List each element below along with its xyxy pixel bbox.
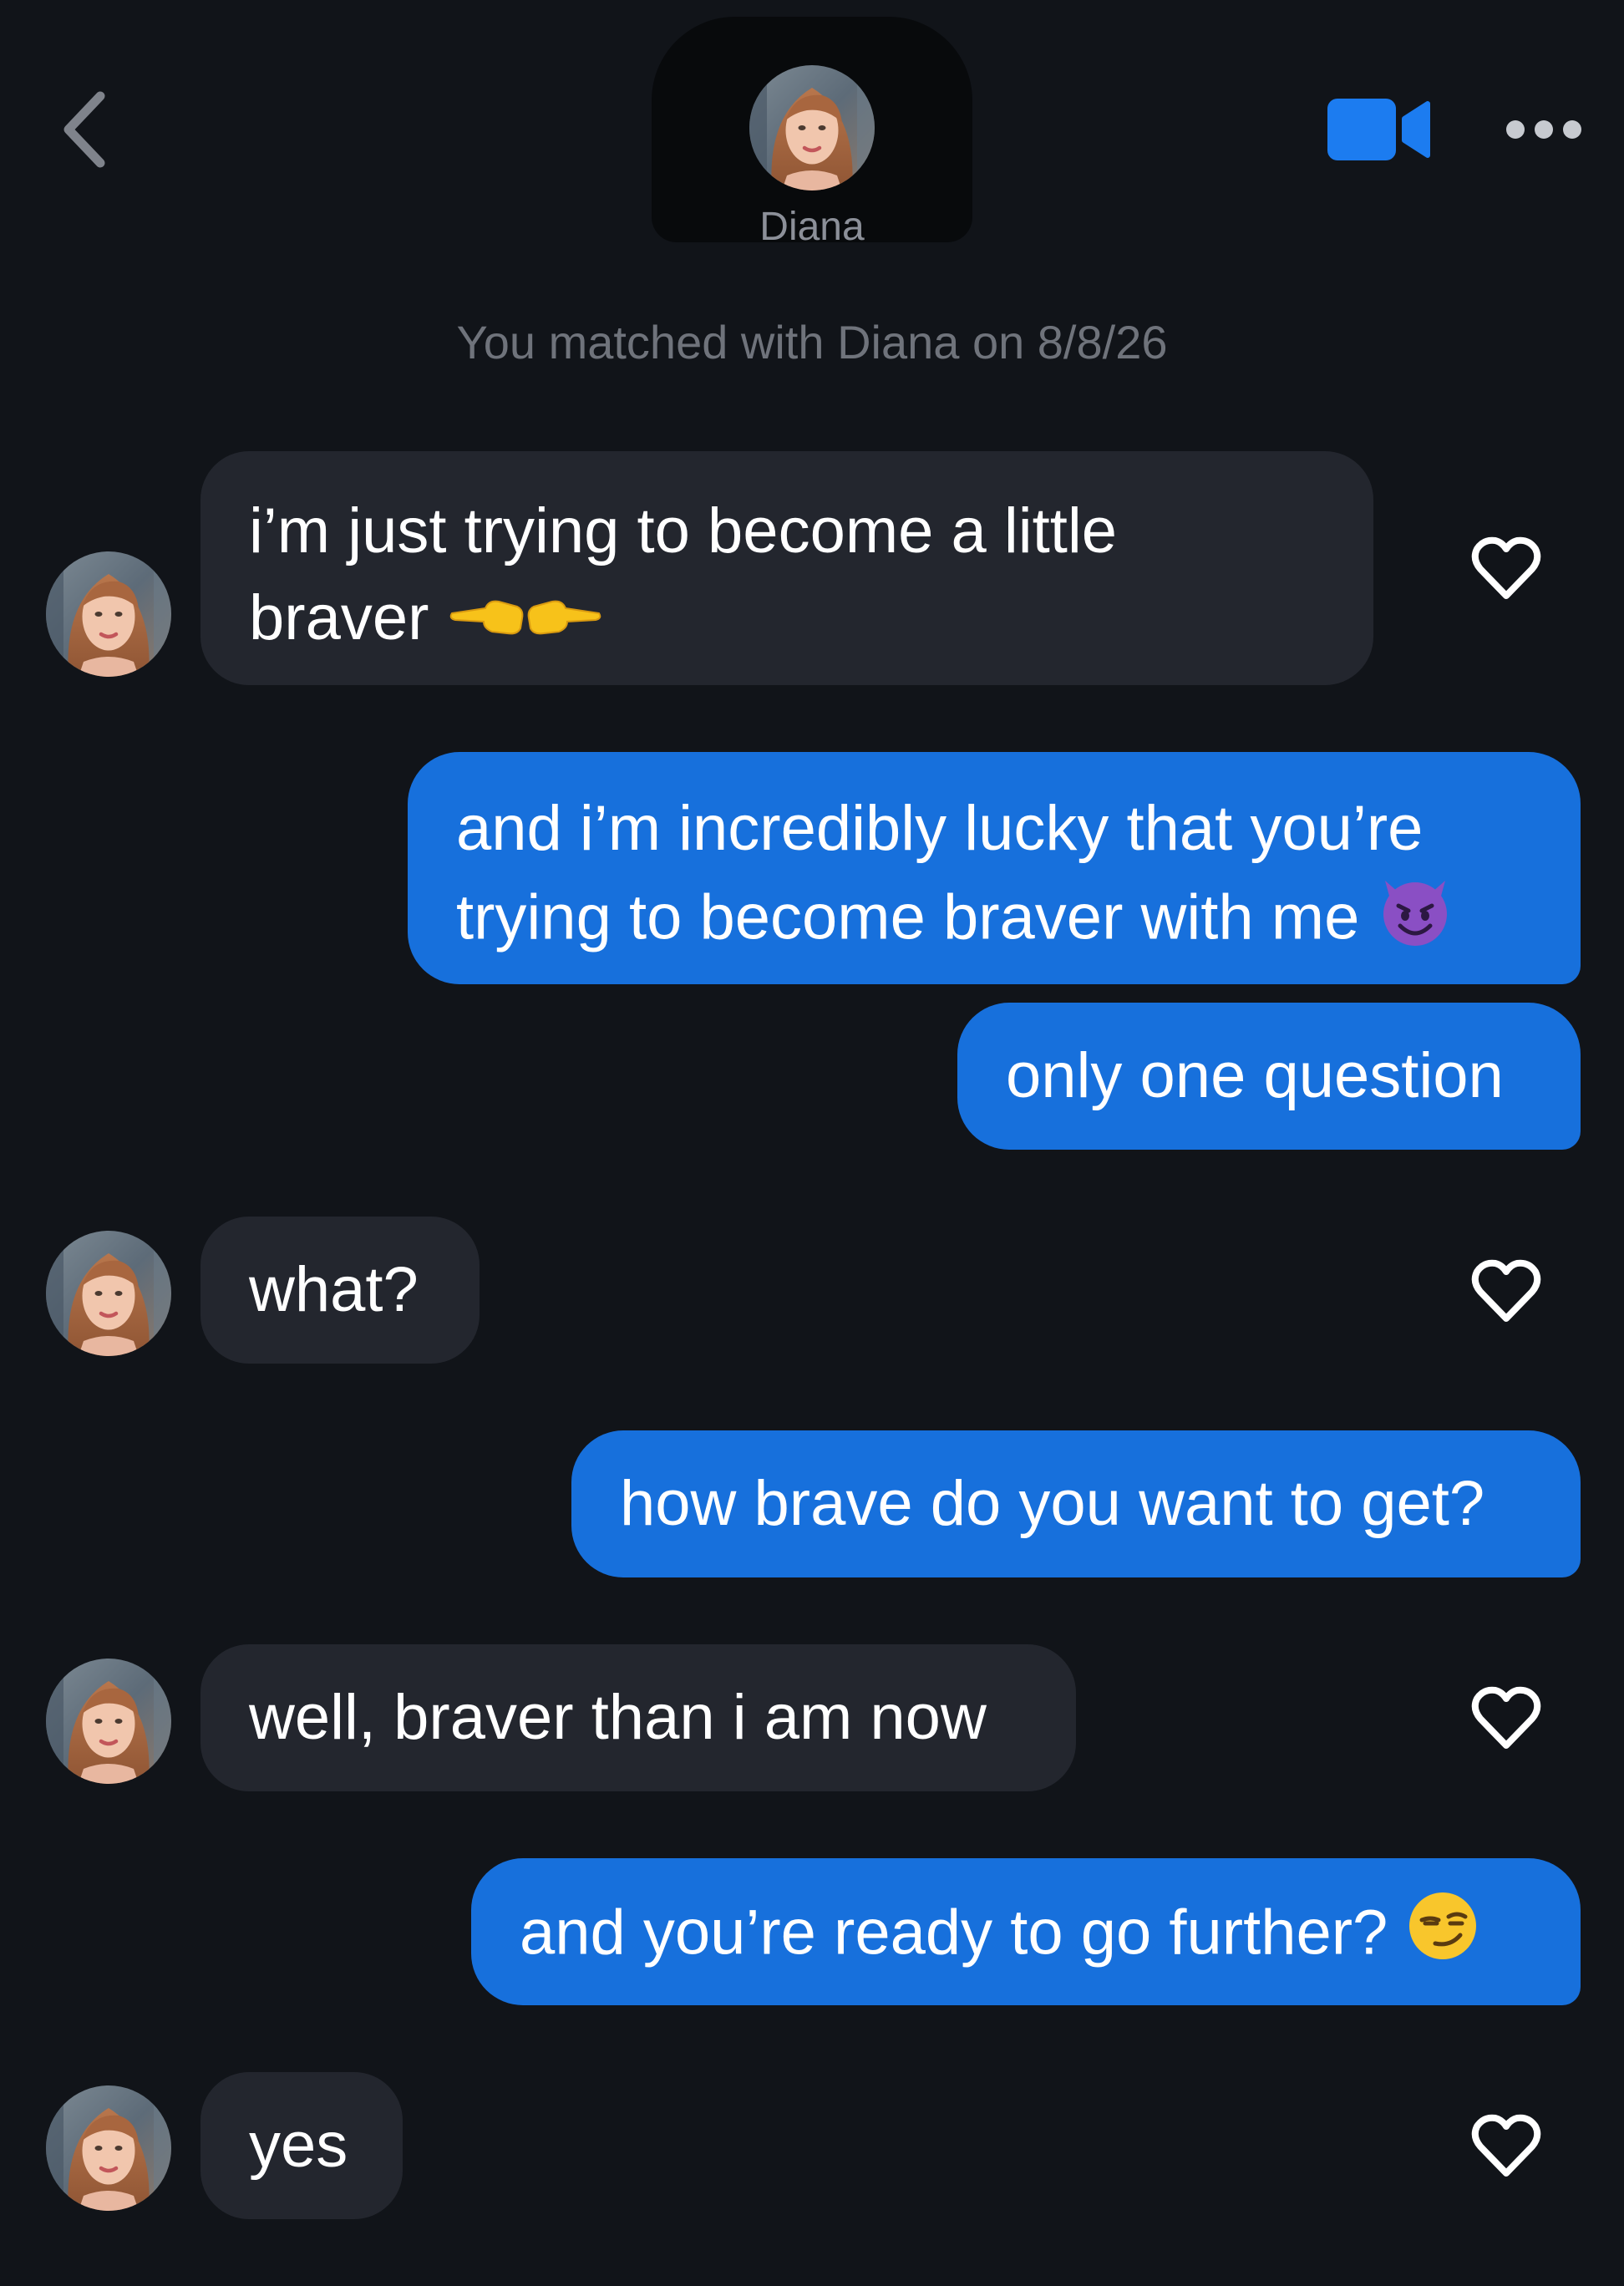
incoming-message[interactable]: yes bbox=[200, 2072, 403, 2219]
message-text-line: and you’re ready to go further? bbox=[520, 1888, 1532, 1986]
sender-avatar[interactable] bbox=[46, 2085, 171, 2211]
message-text-line: how brave do you want to get? bbox=[620, 1468, 1485, 1539]
outgoing-message[interactable]: only one question bbox=[957, 1003, 1581, 1150]
outgoing-message[interactable]: and you’re ready to go further? bbox=[471, 1858, 1581, 2005]
incoming-message[interactable]: well, braver than i am now bbox=[200, 1644, 1076, 1791]
outgoing-message[interactable]: and i’m incredibly lucky that you’re try… bbox=[408, 752, 1581, 984]
heart-outline-icon bbox=[1471, 1259, 1541, 1322]
incoming-message[interactable]: i’m just trying to become a little brave… bbox=[200, 451, 1373, 685]
chevron-left-icon bbox=[63, 91, 105, 168]
smiling-face-with-horns-icon bbox=[1377, 872, 1454, 972]
heart-outline-icon bbox=[1471, 2114, 1541, 2177]
match-notice: You matched with Diana on 8/8/26 bbox=[456, 316, 1168, 368]
message-text-line: what? bbox=[249, 1254, 419, 1325]
message-text-line: trying to become braver with me bbox=[456, 872, 1532, 972]
sender-avatar[interactable] bbox=[46, 1659, 171, 1784]
heart-outline-icon bbox=[1471, 1686, 1541, 1749]
message-text-line: braver bbox=[249, 575, 1325, 666]
like-button[interactable] bbox=[1470, 1682, 1542, 1754]
video-call-button[interactable] bbox=[1324, 94, 1434, 165]
message-text-line: and i’m incredibly lucky that you’re bbox=[456, 793, 1424, 864]
incoming-message[interactable]: what? bbox=[200, 1217, 480, 1364]
contact-name: Diana bbox=[759, 205, 865, 249]
like-button[interactable] bbox=[1470, 1255, 1542, 1327]
more-options-button[interactable] bbox=[1504, 109, 1584, 150]
like-button[interactable] bbox=[1470, 2110, 1542, 2182]
message-text-line: yes bbox=[249, 2110, 348, 2181]
contact-avatar[interactable] bbox=[749, 65, 875, 190]
smirking-face-icon bbox=[1405, 1888, 1480, 1986]
like-button[interactable] bbox=[1470, 532, 1542, 604]
video-camera-icon bbox=[1327, 99, 1430, 160]
back-button[interactable] bbox=[50, 84, 117, 175]
more-horizontal-icon bbox=[1506, 120, 1581, 139]
message-text-line: only one question bbox=[1006, 1040, 1504, 1111]
message-text-line: i’m just trying to become a little bbox=[249, 495, 1118, 566]
backhand-index-pointing-left-and-right-icon bbox=[447, 579, 604, 666]
heart-outline-icon bbox=[1471, 536, 1541, 599]
sender-avatar[interactable] bbox=[46, 1231, 171, 1356]
message-text-line: well, braver than i am now bbox=[249, 1682, 987, 1753]
sender-avatar[interactable] bbox=[46, 551, 171, 677]
contact-header[interactable]: Diana bbox=[652, 17, 972, 251]
outgoing-message[interactable]: how brave do you want to get? bbox=[571, 1430, 1581, 1577]
